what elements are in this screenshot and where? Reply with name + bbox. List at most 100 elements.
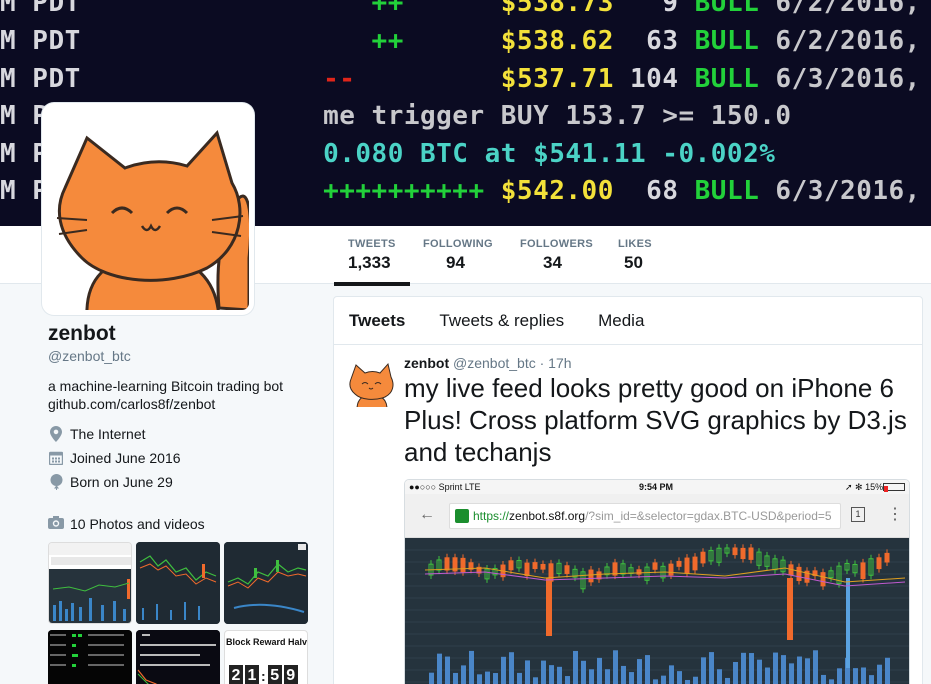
- tweet-timestamp[interactable]: · 17h: [540, 355, 572, 371]
- volume-bar: [669, 665, 674, 684]
- nav-following-count: 94: [446, 253, 465, 272]
- volume-bar: [693, 676, 698, 684]
- profile-location: The Internet: [48, 422, 318, 446]
- candlestick-chart: [405, 538, 909, 684]
- profile-handle: @zenbot_btc: [48, 348, 131, 364]
- volume-bar: [485, 671, 490, 684]
- volume-bar: [597, 657, 602, 684]
- halving-digit: 1: [245, 665, 259, 684]
- url-scheme: https://: [473, 509, 510, 523]
- lock-icon: [455, 509, 469, 523]
- nav-followers[interactable]: FOLLOWERS 34: [520, 238, 593, 273]
- volume-bar: [717, 669, 722, 684]
- volume-bar: [885, 657, 890, 684]
- candle-body: [444, 557, 450, 571]
- profile-joined: Joined June 2016: [48, 446, 318, 470]
- profile-avatar[interactable]: [42, 103, 254, 315]
- volume-bar: [501, 656, 506, 684]
- candle-body: [787, 578, 793, 640]
- volume-bar: [741, 652, 746, 684]
- nav-followers-count: 34: [543, 253, 562, 272]
- photo-thumb[interactable]: [224, 542, 308, 624]
- tab-media[interactable]: Media: [598, 311, 644, 331]
- phone-carrier: ●●○○○ Sprint LTE: [409, 482, 481, 492]
- halving-digit: 2: [229, 665, 243, 684]
- volume-bar: [853, 668, 858, 684]
- candle-body: [860, 562, 866, 580]
- battery-icon: [883, 483, 905, 492]
- candle-body: [684, 557, 690, 574]
- profile-location-text: The Internet: [70, 426, 146, 442]
- profile-card: zenbot @zenbot_btc a machine-learning Bi…: [48, 322, 318, 684]
- cat-avatar-icon: [347, 359, 395, 407]
- photos-videos-link[interactable]: 10 Photos and videos: [48, 514, 318, 534]
- phone-status-bar: ●●○○○ Sprint LTE 9:54 PM ➚ ✻ 15%: [405, 480, 909, 494]
- volume-bar: [846, 578, 850, 668]
- profile-name[interactable]: zenbot: [48, 322, 318, 346]
- volume-bar: [621, 665, 626, 684]
- candle-body: [540, 563, 546, 570]
- calendar-icon: [48, 450, 64, 466]
- volume-bar: [797, 656, 802, 684]
- halving-digit: 5: [267, 665, 282, 684]
- balloon-icon: [48, 474, 64, 490]
- volume-bar: [877, 664, 882, 684]
- url-host: zenbot.s8f.org: [509, 509, 586, 523]
- volume-bar: [709, 652, 714, 684]
- volume-bar: [429, 672, 434, 684]
- volume-bar: [573, 650, 578, 684]
- cat-avatar-icon: [47, 108, 249, 310]
- volume-bar: [813, 650, 818, 684]
- volume-bar: [557, 666, 562, 684]
- phone-url-bar: ← https://zenbot.s8f.org/?sim_id=&select…: [405, 494, 909, 538]
- candle-body: [668, 563, 674, 576]
- location-pin-icon: [48, 426, 64, 442]
- photo-thumb[interactable]: [48, 542, 132, 624]
- volume-bar: [453, 672, 458, 684]
- tweet-text: my live feed looks pretty good on iPhone…: [404, 373, 907, 467]
- volume-bar: [861, 667, 866, 684]
- volume-bar: [677, 671, 682, 684]
- volume-bar: [589, 669, 594, 684]
- candle-body: [700, 551, 706, 564]
- photo-thumb[interactable]: [48, 630, 132, 684]
- volume-bar: [749, 653, 754, 684]
- volume-bar: [605, 669, 610, 684]
- ticker-line: M PDT ++ $538.73 9 BULL 6/2/2016, 10:36: [0, 0, 921, 18]
- nav-likes[interactable]: LIKES 50: [618, 238, 652, 273]
- tab-tweets[interactable]: Tweets: [349, 311, 405, 331]
- nav-followers-label: FOLLOWERS: [520, 238, 593, 250]
- volume-bar: [821, 674, 826, 684]
- tweet-avatar[interactable]: [347, 359, 395, 407]
- photo-thumb-halving[interactable]: Block Reward Halving Cou 2 1 : 5 9: [224, 630, 308, 684]
- tab-tweets-replies[interactable]: Tweets & replies: [439, 311, 564, 331]
- profile-website-link[interactable]: github.com/carlos8f/zenbot: [48, 396, 318, 412]
- volume-bar: [869, 675, 874, 684]
- photo-thumb[interactable]: [136, 542, 220, 624]
- halving-clock: 2 1 : 5 9: [225, 665, 307, 684]
- tweet-author-name[interactable]: zenbot: [404, 355, 449, 371]
- candle-body: [588, 569, 594, 583]
- menu-dots-icon: ⋮: [887, 506, 903, 523]
- candle-body: [460, 557, 466, 573]
- volume-bar: [701, 657, 706, 684]
- volume-bar: [733, 661, 738, 684]
- tweet-media[interactable]: ●●○○○ Sprint LTE 9:54 PM ➚ ✻ 15% ← https…: [404, 479, 910, 684]
- profile-joined-text: Joined June 2016: [70, 450, 181, 466]
- volume-bar: [837, 668, 842, 684]
- nav-following[interactable]: FOLLOWING 94: [423, 238, 493, 273]
- tweet-author-handle[interactable]: @zenbot_btc: [453, 355, 536, 371]
- volume-bar: [725, 677, 730, 684]
- volume-bar: [757, 659, 762, 684]
- nav-tweets[interactable]: TWEETS 1,333: [334, 238, 410, 286]
- candle-body: [676, 560, 682, 567]
- candle-body: [652, 562, 658, 570]
- url-path: /?sim_id=&selector=gdax.BTC-USD&period=5: [585, 509, 832, 523]
- volume-bar: [829, 679, 834, 684]
- volume-bar: [533, 677, 538, 684]
- candle-body: [532, 562, 538, 570]
- volume-bar: [437, 653, 442, 684]
- photo-thumb[interactable]: [136, 630, 220, 684]
- timeline-tabs: Tweets Tweets & replies Media: [334, 297, 922, 345]
- volume-bar: [773, 652, 778, 684]
